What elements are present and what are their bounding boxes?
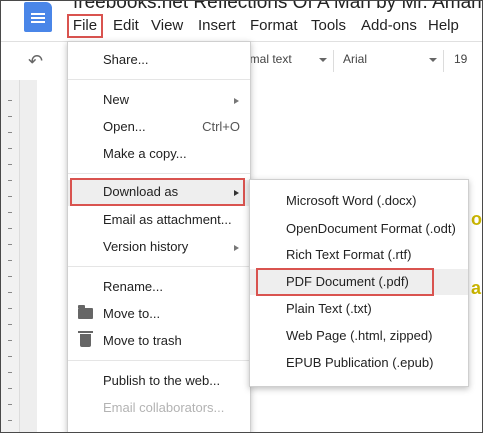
font-size-select[interactable]: 19 — [454, 52, 467, 66]
menu-item-rename[interactable]: Rename... — [68, 275, 250, 301]
folder-icon — [78, 305, 93, 319]
menu-item-label: Rich Text Format (.rtf) — [286, 247, 412, 262]
menu-item-label: Rename... — [103, 279, 163, 294]
document-title[interactable]: freebooks.net Reflections Of A Man by Mr… — [73, 1, 482, 14]
menu-item-label: EPUB Publication (.epub) — [286, 355, 434, 370]
app-window: freebooks.net Reflections Of A Man by Mr… — [0, 0, 483, 433]
submenu-item-docx[interactable]: Microsoft Word (.docx) — [250, 188, 468, 214]
menu-divider — [68, 360, 250, 361]
menu-addons[interactable]: Add-ons — [361, 15, 417, 37]
menu-item-email-collaborators: Email collaborators... — [68, 396, 250, 422]
menu-item-label: Microsoft Word (.docx) — [286, 193, 417, 208]
menu-item-publish[interactable]: Publish to the web... — [68, 369, 250, 395]
menu-item-label: Share... — [103, 52, 149, 67]
page-text: ar — [471, 278, 482, 298]
chevron-right-icon — [234, 98, 239, 104]
toolbar-divider — [333, 50, 334, 72]
menu-item-version-history[interactable]: Version history — [68, 235, 250, 261]
undo-icon[interactable]: ↶ — [28, 51, 43, 72]
page-text: o — [471, 209, 482, 229]
toolbar-divider — [443, 50, 444, 72]
highlight-box — [256, 268, 434, 296]
menu-divider — [68, 266, 250, 267]
menu-item-label: Web Page (.html, zipped) — [286, 328, 433, 343]
menu-divider — [68, 173, 250, 174]
trash-icon — [78, 331, 93, 347]
menu-format[interactable]: Format — [250, 15, 298, 37]
vertical-ruler — [1, 80, 20, 432]
docs-icon[interactable] — [24, 2, 52, 32]
menu-item-share[interactable]: Share... — [68, 48, 250, 74]
chevron-right-icon — [234, 245, 239, 251]
menu-item-label: New — [103, 92, 130, 107]
menu-view[interactable]: View — [151, 15, 183, 37]
menu-edit[interactable]: Edit — [113, 15, 139, 37]
menu-item-new[interactable]: New — [68, 88, 250, 114]
menu-item-open[interactable]: Open... Ctrl+O — [68, 115, 250, 141]
submenu-item-epub[interactable]: EPUB Publication (.epub) — [250, 350, 468, 376]
menu-item-move-to[interactable]: Move to... — [68, 302, 250, 328]
menu-file[interactable]: File — [67, 14, 103, 38]
menu-item-email-attachment[interactable]: Email as attachment... — [68, 208, 250, 234]
menu-insert[interactable]: Insert — [198, 15, 236, 37]
menu-divider — [68, 79, 250, 80]
file-menu: Share... New Open... Ctrl+O Make a copy.… — [67, 41, 251, 432]
menu-tools[interactable]: Tools — [311, 15, 346, 37]
submenu-item-txt[interactable]: Plain Text (.txt) — [250, 296, 468, 322]
menu-item-label: Email collaborators... — [103, 400, 225, 415]
menu-item-label: Open... — [103, 119, 146, 134]
menu-item-label: OpenDocument Format (.odt) — [286, 221, 456, 236]
menu-item-label: Plain Text (.txt) — [286, 301, 372, 316]
highlight-box — [70, 178, 245, 206]
menu-item-label: Move to... — [103, 306, 161, 321]
chevron-down-icon — [319, 58, 327, 62]
chevron-down-icon — [429, 58, 437, 62]
submenu-item-html[interactable]: Web Page (.html, zipped) — [250, 323, 468, 349]
submenu-item-rtf[interactable]: Rich Text Format (.rtf) — [250, 242, 468, 268]
menu-item-move-to-trash[interactable]: Move to trash — [68, 329, 250, 355]
shortcut-label: Ctrl+O — [202, 119, 240, 134]
menu-help[interactable]: Help — [428, 15, 459, 37]
menu-item-label: Email as attachment... — [103, 212, 232, 227]
menu-item-label: Version history — [103, 239, 189, 254]
submenu-item-odt[interactable]: OpenDocument Format (.odt) — [250, 216, 468, 242]
menu-item-make-copy[interactable]: Make a copy... — [68, 142, 250, 168]
menu-item-label: Publish to the web... — [103, 373, 221, 388]
font-select[interactable]: Arial — [343, 52, 367, 66]
menu-item-label: Move to trash — [103, 333, 182, 348]
menu-item-label: Make a copy... — [103, 146, 187, 161]
